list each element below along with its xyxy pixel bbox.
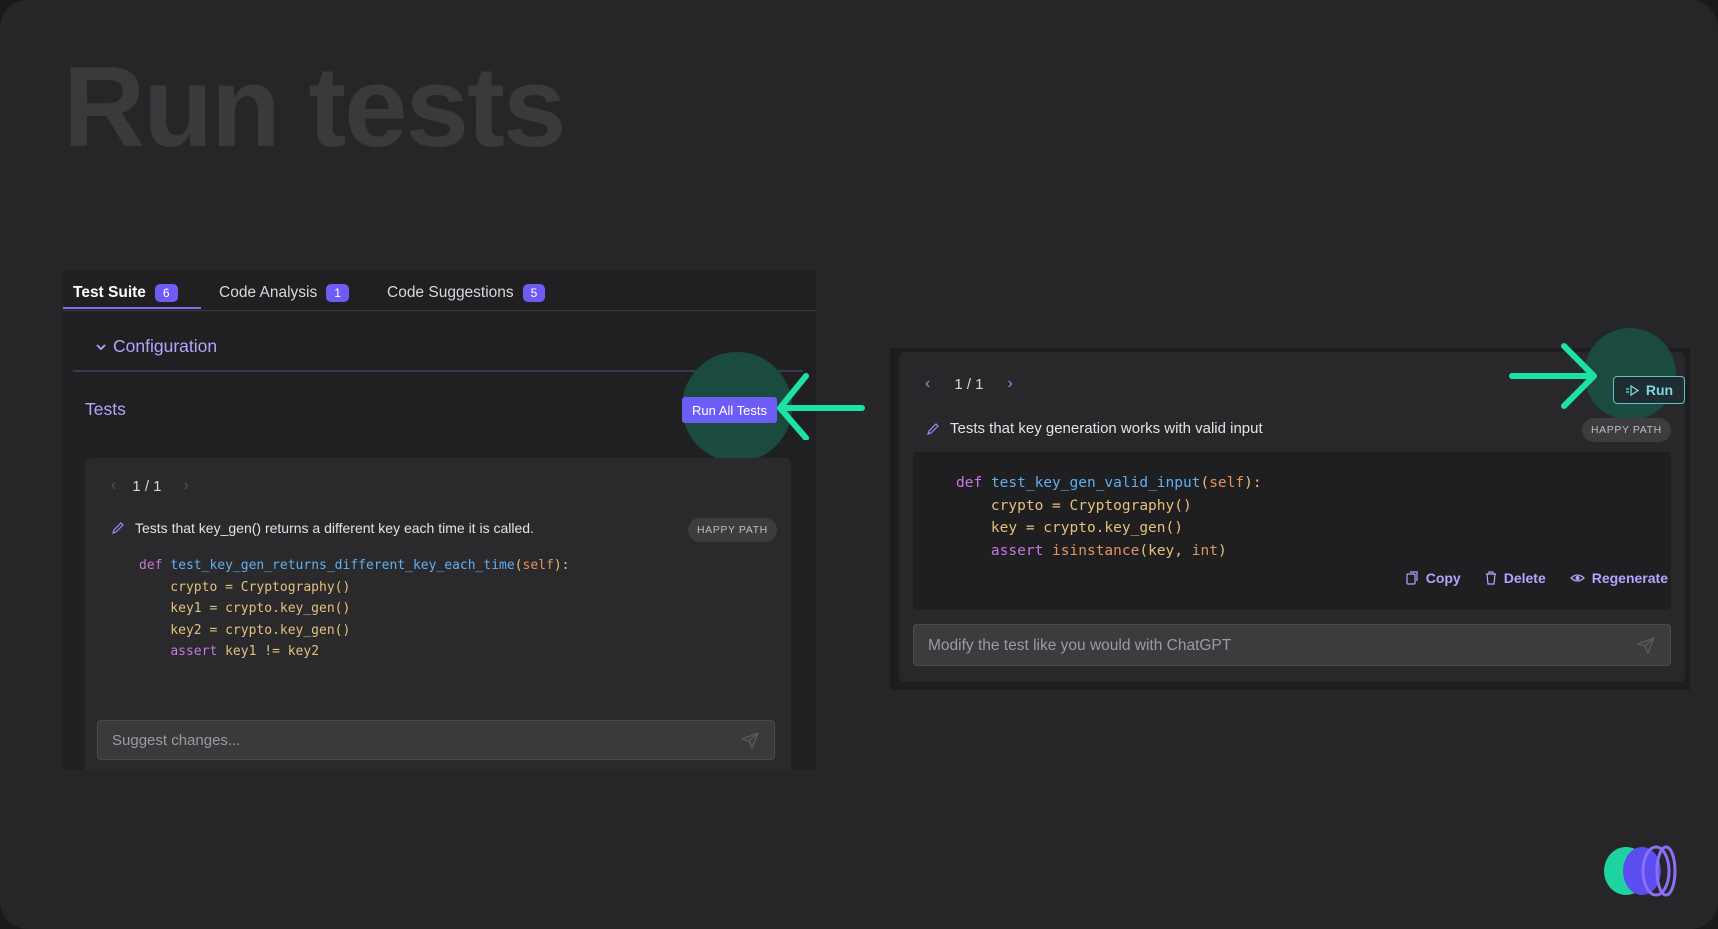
logo-icon [1604, 845, 1677, 897]
arrow-icon [777, 373, 865, 440]
tab-label: Code Suggestions [387, 284, 514, 301]
chevron-left-icon[interactable]: ‹ [925, 375, 930, 393]
chevron-down-icon [96, 343, 106, 350]
happy-path-tag: HAPPY PATH [688, 518, 777, 542]
test-description-text: Tests that key generation works with val… [950, 420, 1263, 437]
tab-label: Code Analysis [219, 284, 318, 301]
slide: Run tests Test Suite 6 Code Analysis 1 C… [0, 0, 1718, 929]
copy-button[interactable]: Copy [1406, 570, 1461, 586]
tab-test-suite[interactable]: Test Suite 6 [73, 284, 178, 302]
send-icon[interactable] [1636, 635, 1656, 655]
pencil-icon[interactable] [926, 422, 940, 436]
run-label: Run [1645, 382, 1674, 398]
pencil-icon[interactable] [111, 521, 125, 535]
test-pager: ‹ 1 / 1 › [925, 375, 1013, 393]
configuration-toggle[interactable]: Configuration [95, 336, 217, 357]
happy-path-tag: HAPPY PATH [1582, 418, 1671, 442]
input-placeholder: Suggest changes... [112, 732, 241, 749]
regenerate-label: Regenerate [1591, 570, 1668, 586]
tab-count-badge: 1 [326, 284, 349, 302]
regenerate-button[interactable]: Regenerate [1569, 570, 1668, 586]
tab-code-suggestions[interactable]: Code Suggestions 5 [387, 284, 546, 302]
chevron-right-icon[interactable]: › [184, 477, 189, 495]
suggest-changes-input[interactable]: Suggest changes... [97, 720, 775, 760]
tests-heading: Tests [85, 399, 126, 419]
configuration-label: Configuration [113, 336, 218, 356]
send-icon[interactable] [740, 730, 760, 750]
slide-title: Run tests [63, 44, 566, 171]
run-all-tests-button[interactable]: Run All Tests [682, 397, 777, 423]
modify-test-input[interactable]: Modify the test like you would with Chat… [913, 624, 1671, 666]
run-button[interactable]: Run [1613, 376, 1685, 404]
test-code: def test_key_gen_returns_different_key_e… [139, 558, 570, 659]
tab-code-analysis[interactable]: Code Analysis 1 [219, 284, 349, 302]
delete-button[interactable]: Delete [1485, 570, 1546, 586]
arrow-icon [1509, 343, 1597, 409]
pager-count: 1 / 1 [132, 477, 162, 495]
tab-label: Test Suite [73, 284, 146, 301]
chevron-right-icon[interactable]: › [1008, 375, 1013, 393]
test-description: Tests that key_gen() returns a different… [111, 520, 534, 536]
tab-bar: Test Suite 6 Code Analysis 1 Code Sugges… [63, 270, 816, 311]
input-placeholder: Modify the test like you would with Chat… [928, 637, 1232, 654]
active-tab-indicator [63, 307, 201, 309]
copy-label: Copy [1425, 570, 1461, 586]
copy-icon [1406, 571, 1418, 585]
pager-count: 1 / 1 [954, 375, 984, 393]
test-description: Tests that key generation works with val… [926, 420, 1263, 437]
code-box: def test_key_gen_valid_input(self): cryp… [913, 452, 1671, 610]
chevron-left-icon[interactable]: ‹ [111, 477, 116, 495]
regenerate-icon [1569, 574, 1585, 582]
test-code: def test_key_gen_valid_input(self): cryp… [956, 475, 1262, 559]
tab-count-badge: 6 [154, 284, 178, 302]
code-actions: Copy Delete Regenerate [1406, 570, 1668, 586]
test-pager: ‹ 1 / 1 › [111, 477, 189, 495]
test-suite-panel: Test Suite 6 Code Analysis 1 Code Sugges… [63, 270, 816, 770]
delete-label: Delete [1503, 570, 1546, 586]
tab-count-badge: 5 [522, 284, 546, 302]
trash-icon [1485, 571, 1496, 585]
test-description-text: Tests that key_gen() returns a different… [135, 520, 534, 536]
run-icon [1625, 384, 1640, 396]
